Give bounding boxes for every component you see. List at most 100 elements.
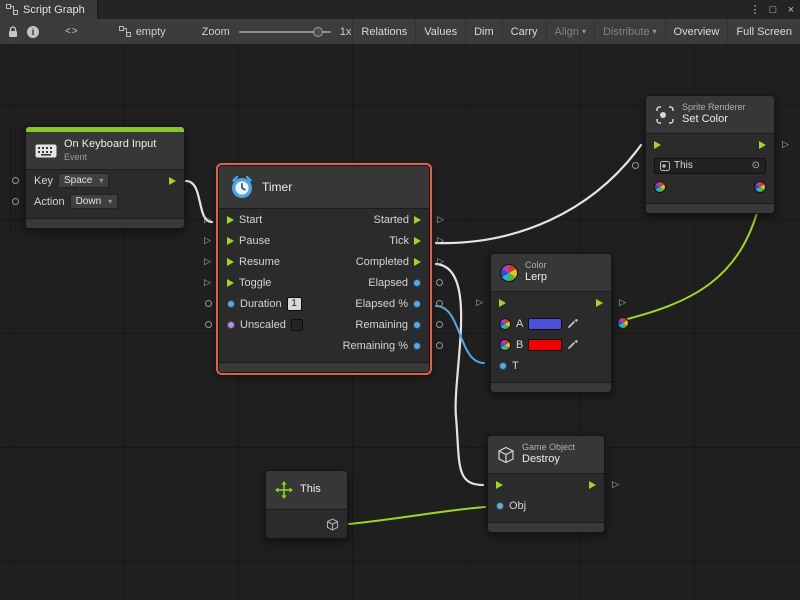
dim-button[interactable]: Dim [465, 19, 502, 44]
object-picker-icon[interactable]: ⊙ [752, 160, 760, 171]
duration-port-outer[interactable] [205, 300, 212, 307]
destroy-flow-out-outer[interactable]: ▷ [612, 480, 619, 489]
port-label: Pause [239, 235, 270, 247]
node-title: This [300, 483, 321, 497]
unscaled-value-port[interactable] [227, 321, 235, 329]
started-flow-port[interactable] [414, 216, 421, 224]
pause-flow-port[interactable] [227, 237, 234, 245]
toggle-flow-port[interactable] [227, 279, 234, 287]
action-port-outer[interactable] [12, 198, 19, 205]
tab-script-graph[interactable]: Script Graph [0, 0, 98, 19]
relations-button[interactable]: Relations [352, 19, 415, 44]
setcolor-flow-out-port[interactable] [759, 141, 766, 149]
lerp-flow-out-port[interactable] [596, 299, 603, 307]
on-keyboard-input-node[interactable]: On Keyboard Input Event Key Space▾ Actio… [25, 126, 185, 229]
resume-port-outer[interactable]: ▷ [204, 257, 211, 266]
lock-icon[interactable] [8, 26, 18, 38]
remaining-pct-port-outer[interactable] [436, 342, 443, 349]
start-flow-port[interactable] [227, 216, 234, 224]
node-header: Color Lerp [491, 254, 611, 292]
lerp-flow-in-port[interactable] [499, 299, 506, 307]
destroy-flow-row: ▷ [488, 474, 604, 495]
destroy-node[interactable]: Game Object Destroy ▷ Obj [487, 435, 605, 533]
color-in-port[interactable] [654, 181, 666, 193]
maximize-icon[interactable]: □ [764, 0, 782, 19]
port-label: Elapsed % [355, 298, 408, 310]
elapsed-port-outer[interactable] [436, 279, 443, 286]
code-view-icon[interactable]: <> [65, 26, 79, 37]
destroy-flow-out-port[interactable] [589, 481, 596, 489]
color-lerp-node[interactable]: Color Lerp ▷ ▷ A B [490, 253, 612, 393]
graph-canvas[interactable]: On Keyboard Input Event Key Space▾ Actio… [0, 45, 800, 600]
key-row: Key Space▾ [26, 170, 184, 191]
remaining-port-outer[interactable] [436, 321, 443, 328]
full-screen-button[interactable]: Full Screen [727, 19, 800, 44]
setcolor-flow-out-outer[interactable]: ▷ [782, 140, 789, 149]
tick-port-outer[interactable]: ▷ [437, 236, 444, 245]
action-dropdown[interactable]: Down▾ [70, 194, 119, 209]
setcolor-target-row: This ⊙ [646, 155, 774, 176]
move-arrows-icon [275, 481, 293, 499]
b-label: B [516, 339, 523, 351]
t-value-port[interactable] [499, 362, 507, 370]
elapsed-pct-port-outer[interactable] [436, 300, 443, 307]
obj-value-port[interactable] [496, 502, 504, 510]
node-footer [26, 218, 184, 228]
toggle-port-outer[interactable]: ▷ [204, 278, 211, 287]
elapsed-pct-value-port[interactable] [413, 300, 421, 308]
distribute-dropdown[interactable]: Distribute▾ [594, 19, 664, 44]
key-port-outer[interactable] [12, 177, 19, 184]
keyboard-flow-out-port[interactable] [169, 177, 176, 185]
zoom-slider[interactable] [239, 31, 331, 33]
carry-button[interactable]: Carry [502, 19, 546, 44]
key-dropdown[interactable]: Space▾ [58, 173, 109, 188]
completed-port-outer[interactable]: ▷ [437, 257, 444, 266]
color-b-swatch[interactable] [528, 339, 562, 351]
duration-value-port[interactable] [227, 300, 235, 308]
duration-label: Duration [240, 298, 282, 310]
duration-input[interactable]: 1 [287, 297, 302, 311]
wire-this-to-destroy-obj[interactable] [349, 507, 485, 524]
timer-row: ▷ Toggle Elapsed [219, 272, 429, 293]
lerp-flow-out-outer[interactable]: ▷ [619, 298, 626, 307]
unscaled-port-outer[interactable] [205, 321, 212, 328]
color-out-port[interactable] [754, 181, 766, 193]
port-label: Start [239, 214, 262, 226]
destroy-flow-in-port[interactable] [496, 481, 503, 489]
wire-tick-to-setcolor[interactable] [436, 145, 641, 243]
this-node[interactable]: This [265, 470, 348, 539]
timer-clock-icon [229, 174, 255, 200]
setcolor-flow-in-port[interactable] [654, 141, 661, 149]
remaining-pct-value-port[interactable] [413, 342, 421, 350]
remaining-value-port[interactable] [413, 321, 421, 329]
window-menu-icon[interactable]: ⋮ [746, 0, 764, 19]
started-port-outer[interactable]: ▷ [437, 215, 444, 224]
info-icon[interactable]: i [27, 26, 39, 38]
lerp-flow-in-outer[interactable]: ▷ [476, 298, 483, 307]
unscaled-checkbox[interactable] [291, 319, 303, 331]
lerp-color-out-port[interactable] [617, 317, 629, 329]
resume-flow-port[interactable] [227, 258, 234, 266]
color-port-icon[interactable] [499, 339, 511, 351]
target-port-outer[interactable] [632, 162, 639, 169]
gameobject-out-port[interactable] [326, 518, 339, 531]
tick-flow-port[interactable] [414, 237, 421, 245]
close-icon[interactable]: × [782, 0, 800, 19]
node-header: Timer [219, 166, 429, 209]
start-port-outer[interactable]: ▷ [204, 215, 211, 224]
set-color-node[interactable]: Sprite Renderer Set Color ▷ This ⊙ [645, 95, 775, 214]
color-a-swatch[interactable] [528, 318, 562, 330]
overview-button[interactable]: Overview [665, 19, 728, 44]
eyedropper-icon[interactable] [567, 339, 578, 350]
eyedropper-icon[interactable] [567, 318, 578, 329]
color-port-icon[interactable] [499, 318, 511, 330]
values-button[interactable]: Values [415, 19, 465, 44]
zoom-slider-knob[interactable] [313, 27, 323, 37]
zoom-label: Zoom [202, 26, 230, 38]
elapsed-value-port[interactable] [413, 279, 421, 287]
completed-flow-port[interactable] [414, 258, 421, 266]
target-object-field[interactable]: This ⊙ [654, 158, 766, 174]
pause-port-outer[interactable]: ▷ [204, 236, 211, 245]
timer-node[interactable]: Timer ▷ Start Started ▷ ▷ Pause Tick ▷ ▷… [218, 165, 430, 373]
align-dropdown[interactable]: Align▾ [546, 19, 594, 44]
